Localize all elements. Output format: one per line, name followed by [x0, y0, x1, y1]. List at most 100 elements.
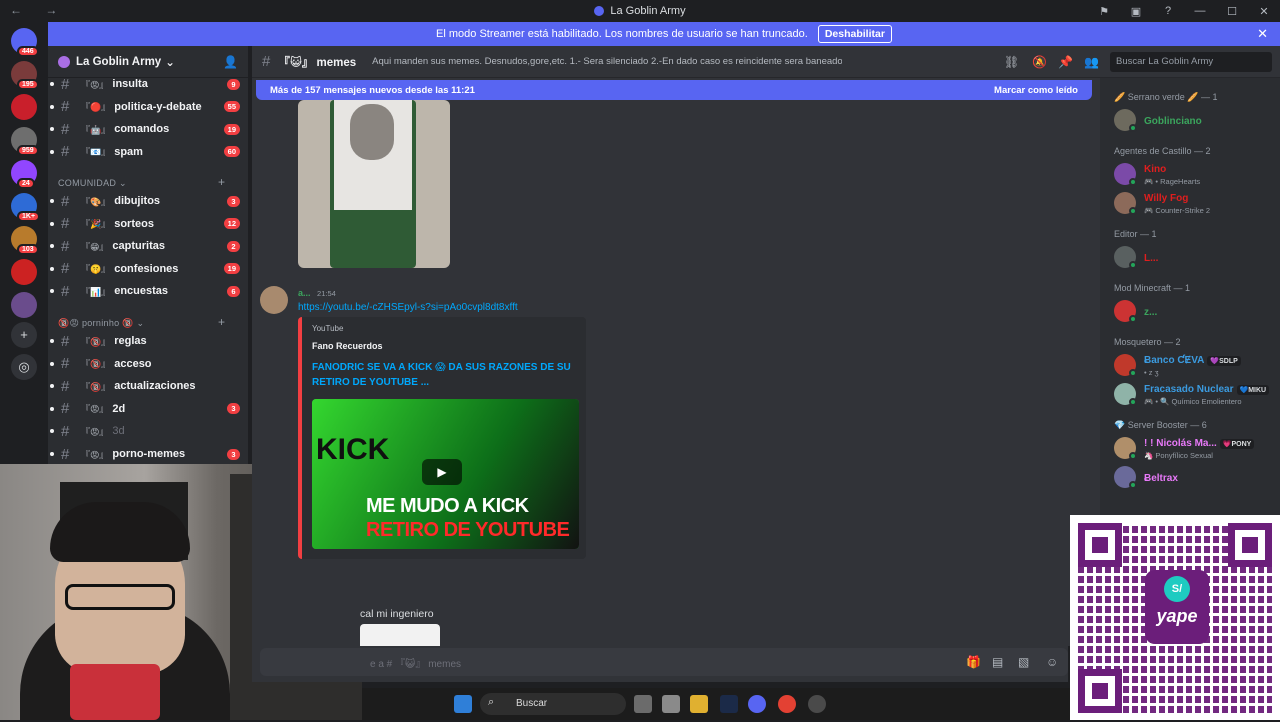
chrome-icon[interactable]: [778, 695, 796, 713]
channel-porno-memes[interactable]: # 『😡』 porno-memes 3: [48, 444, 248, 464]
server-badge: 24: [17, 178, 35, 189]
message-composer: e a # 『😺』 memes 🎁 ▤ ▧ ☺: [252, 646, 1068, 682]
app-icon[interactable]: [808, 695, 826, 713]
app-icon[interactable]: [662, 695, 680, 713]
channel-2d[interactable]: # 『😡』 2d 3: [48, 399, 248, 419]
member-item[interactable]: Kino 🎮 • RageHearts: [1114, 163, 1280, 189]
channel-encuestas[interactable]: # 『📊』 encuestas 6: [48, 281, 248, 301]
message-input[interactable]: e a # 『😺』 memes: [260, 648, 1068, 676]
channel-name: confesiones: [114, 262, 179, 275]
server-icon-server-7[interactable]: 103: [11, 226, 39, 255]
channel-header: # 『😺』 memes Aqui manden sus memes. Desnu…: [252, 46, 1280, 78]
explore-icon[interactable]: ◎: [11, 354, 37, 380]
server-icon-server-6[interactable]: 1K+: [11, 193, 41, 222]
emoji-icon[interactable]: ☺: [1046, 655, 1058, 669]
help-icon[interactable]: ?: [1152, 5, 1184, 17]
member-item[interactable]: Willy Fog 🎮 Counter-Strike 2: [1114, 192, 1280, 218]
channel-name: spam: [114, 145, 143, 158]
channel-confesiones[interactable]: # 『🤫』 confesiones 19: [48, 259, 248, 279]
photoshop-icon[interactable]: [720, 695, 738, 713]
status-indicator: [1129, 178, 1137, 186]
maximize-button[interactable]: ☐: [1216, 5, 1248, 18]
close-banner-icon[interactable]: ✕: [1257, 26, 1268, 42]
search-input[interactable]: Buscar La Goblin Army: [1110, 52, 1272, 72]
video-thumbnail[interactable]: KICK ▶ ME MUDO A KICK RETIRO DE YOUTUBE: [312, 399, 579, 549]
threads-icon[interactable]: ⛓: [1004, 55, 1019, 69]
youtube-embed: YouTube Fano Recuerdos FANODRIC SE VA A …: [298, 317, 586, 559]
server-icon-server-9[interactable]: [11, 292, 37, 318]
message-link[interactable]: https://youtu.be/-cZHSEpyl-s?si=pAo0cvpl…: [298, 302, 518, 313]
channel-emoji: 『😁』: [81, 241, 109, 252]
new-messages-bar[interactable]: Más de 157 mensajes nuevos desde las 11:…: [256, 80, 1092, 100]
channel-emoji: 『🔞』: [81, 359, 111, 370]
channel-emoji: 『🎨』: [81, 196, 111, 207]
channel-capturitas[interactable]: # 『😁』 capturitas 2: [48, 236, 248, 256]
member-item[interactable]: ! ! Nicolás Ma... 💗PONY 🦄 Ponyfílico Sexua…: [1114, 437, 1280, 463]
play-icon[interactable]: ▶: [422, 459, 462, 485]
unread-dot: [50, 384, 54, 389]
server-icon-discord-home[interactable]: 446: [11, 28, 39, 57]
disable-streamer-button[interactable]: Deshabilitar: [817, 25, 892, 43]
unread-dot: [50, 452, 54, 456]
hash-icon: #: [61, 192, 70, 210]
unread-dot: [50, 149, 54, 154]
add-channel-icon[interactable]: +: [218, 315, 225, 329]
member-category: Mod Minecraft — 1: [1114, 283, 1191, 293]
channel-dibujitos[interactable]: # 『🎨』 dibujitos 3: [48, 191, 248, 211]
channel-comandos[interactable]: # 『🤖』 comandos 19: [48, 119, 248, 139]
task-view-icon[interactable]: [634, 695, 652, 713]
channel-topic[interactable]: Aqui manden sus memes. Desnudos,gore,etc…: [372, 56, 842, 67]
server-icon-server-4[interactable]: 959: [11, 127, 39, 156]
server-icon-server-5[interactable]: 24: [11, 160, 37, 189]
status-indicator: [1129, 398, 1137, 406]
add-server-icon[interactable]: +: [11, 322, 37, 348]
channel-spam[interactable]: # 『📧』 spam 60: [48, 142, 248, 162]
hash-icon: #: [61, 260, 70, 278]
nav-arrows-icon[interactable]: ← →: [10, 3, 67, 17]
channel-insulta[interactable]: # 『😡』 insulta 9: [48, 74, 248, 94]
server-icon-server-3[interactable]: [11, 94, 37, 120]
invite-icon[interactable]: 👤: [223, 55, 238, 69]
minimize-button[interactable]: —: [1184, 5, 1216, 17]
channel-actualizaciones[interactable]: # 『🔞』 actualizaciones: [48, 376, 248, 396]
image-attachment[interactable]: [298, 100, 450, 268]
windows-start-icon[interactable]: [454, 695, 472, 713]
category-comunidad[interactable]: COMUNIDAD ⌄ +: [58, 175, 225, 189]
add-channel-icon[interactable]: +: [218, 175, 225, 189]
member-item[interactable]: Ƀanco ƇɆVA 💜SDLP • z ʒ: [1114, 354, 1280, 380]
category-label: COMUNIDAD: [58, 178, 117, 188]
pin-icon[interactable]: 📌: [1058, 55, 1073, 69]
embed-author[interactable]: Fano Recuerdos: [312, 341, 383, 351]
channel-3d[interactable]: # 『😡』 3d: [48, 421, 248, 441]
channel-reglas[interactable]: # 『🔞』 reglas: [48, 331, 248, 351]
screen-icon[interactable]: ▣: [1120, 5, 1152, 18]
channel-acceso[interactable]: # 『🔞』 acceso: [48, 354, 248, 374]
member-item[interactable]: Ƀeltrax: [1114, 466, 1280, 492]
file-explorer-icon[interactable]: [690, 695, 708, 713]
member-item[interactable]: Goblinciano: [1114, 109, 1280, 135]
embed-title[interactable]: FANODRIC SE VA A KICK 😱 DA SUS RAZONES D…: [312, 360, 580, 390]
sticker-icon[interactable]: ▧: [1018, 655, 1029, 669]
member-list: 🥖 Serrano verde 🥖 — 1 Goblinciano Agentes …: [1100, 78, 1280, 515]
member-item[interactable]: Fracasado Nuclear 💙MIKU 🎮 • 🔍 Químico Emol…: [1114, 383, 1280, 409]
discord-taskbar-icon[interactable]: [748, 695, 766, 713]
member-item[interactable]: z...: [1114, 300, 1280, 326]
inbox-icon[interactable]: ⚑: [1088, 5, 1120, 18]
taskbar-search[interactable]: ⌕ Buscar: [480, 693, 626, 715]
notifications-icon[interactable]: 🔕: [1032, 55, 1047, 69]
mark-read-button[interactable]: Marcar como leído: [994, 85, 1078, 96]
members-icon[interactable]: 👥: [1084, 55, 1099, 69]
avatar[interactable]: [260, 286, 288, 314]
channel-politica-y-debate[interactable]: # 『🔴』 politica-y-debate 55: [48, 97, 248, 117]
channel-sorteos[interactable]: # 『🎉』 sorteos 12: [48, 214, 248, 234]
close-button[interactable]: ✕: [1248, 5, 1280, 18]
category-porninho[interactable]: 🔞😡 porninho 🔞 ⌄ +: [58, 315, 225, 329]
message-author[interactable]: a...: [298, 288, 311, 298]
server-icon-server-8[interactable]: [11, 259, 37, 285]
image-attachment[interactable]: [360, 624, 440, 646]
member-name: z...: [1144, 307, 1157, 318]
server-icon-server-2[interactable]: 195: [11, 61, 39, 90]
member-item[interactable]: L...: [1114, 246, 1280, 272]
gift-icon[interactable]: 🎁: [966, 655, 981, 669]
gif-icon[interactable]: ▤: [992, 655, 1003, 669]
